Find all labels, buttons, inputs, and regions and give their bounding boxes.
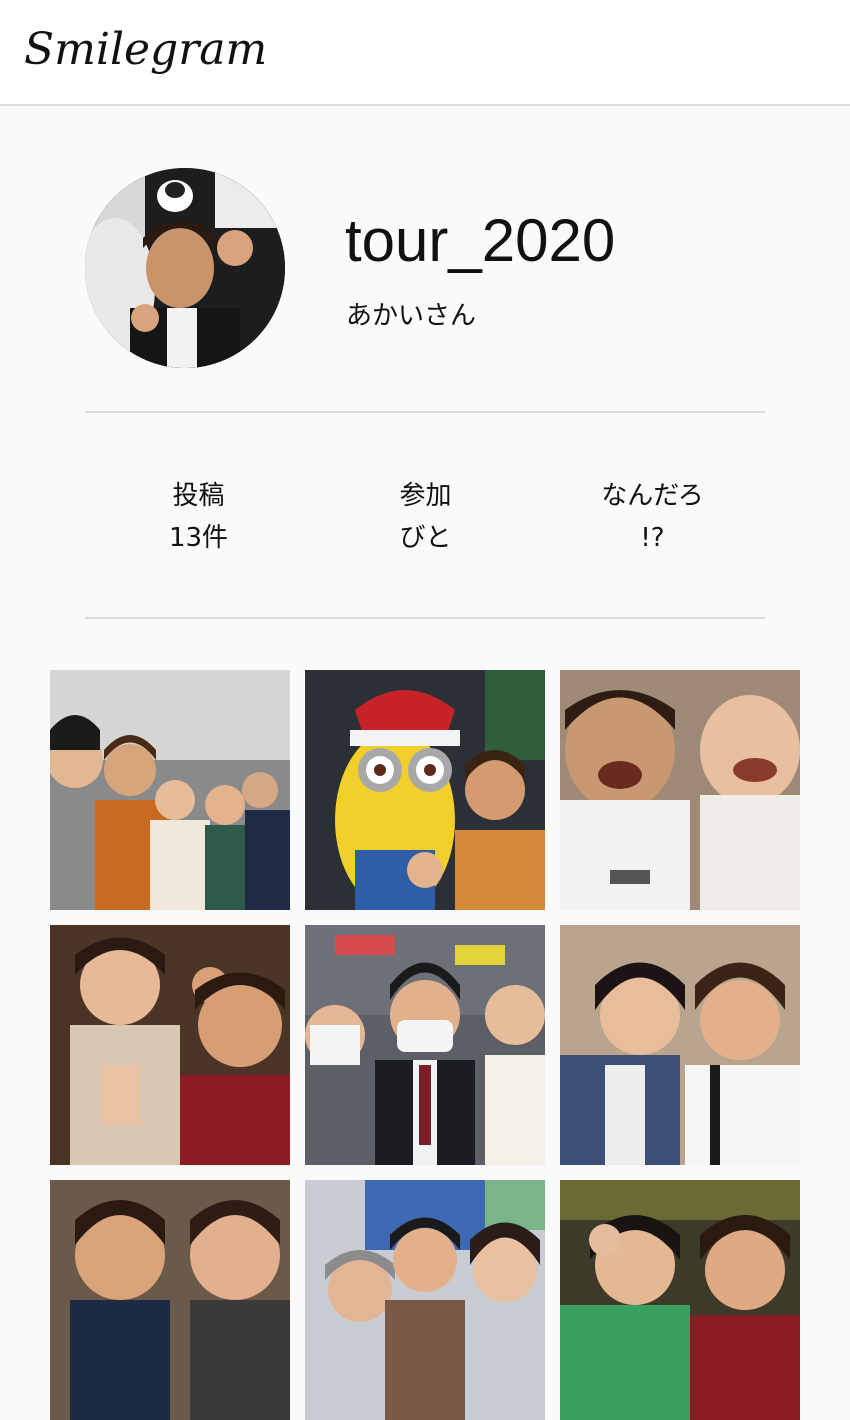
post-thumbnail[interactable] [50,925,290,1165]
post-thumbnail[interactable] [305,670,545,910]
post-thumbnail[interactable] [305,1180,545,1420]
profile-display-name: あかいさん [346,301,477,331]
profile-stats: 投稿 13件 参加 びと なんだろ !? [85,475,765,565]
profile-avatar[interactable] [85,168,285,368]
app-header: Smilegram [0,0,850,106]
stat-participants-label: 参加 [399,481,452,511]
app-logo[interactable]: Smilegram [24,24,267,75]
post-thumbnail[interactable] [560,1180,800,1420]
stat-mystery-label: なんだろ [601,481,704,511]
stat-mystery-value: !? [640,523,665,553]
post-thumbnail[interactable] [50,670,290,910]
post-thumbnail[interactable] [305,925,545,1165]
post-thumbnail[interactable] [50,1180,290,1420]
post-thumbnail[interactable] [560,925,800,1165]
stat-mystery[interactable]: なんだろ !? [539,475,766,559]
stat-participants[interactable]: 参加 びと [312,475,539,559]
stat-posts-value: 13件 [168,523,229,553]
divider-bottom [85,617,765,619]
divider-top [85,411,765,413]
stat-posts[interactable]: 投稿 13件 [85,475,312,559]
post-thumbnail[interactable] [560,670,800,910]
stat-posts-label: 投稿 [172,481,225,511]
profile-username: tour_2020 [345,207,616,274]
stat-participants-value: びと [399,523,452,553]
